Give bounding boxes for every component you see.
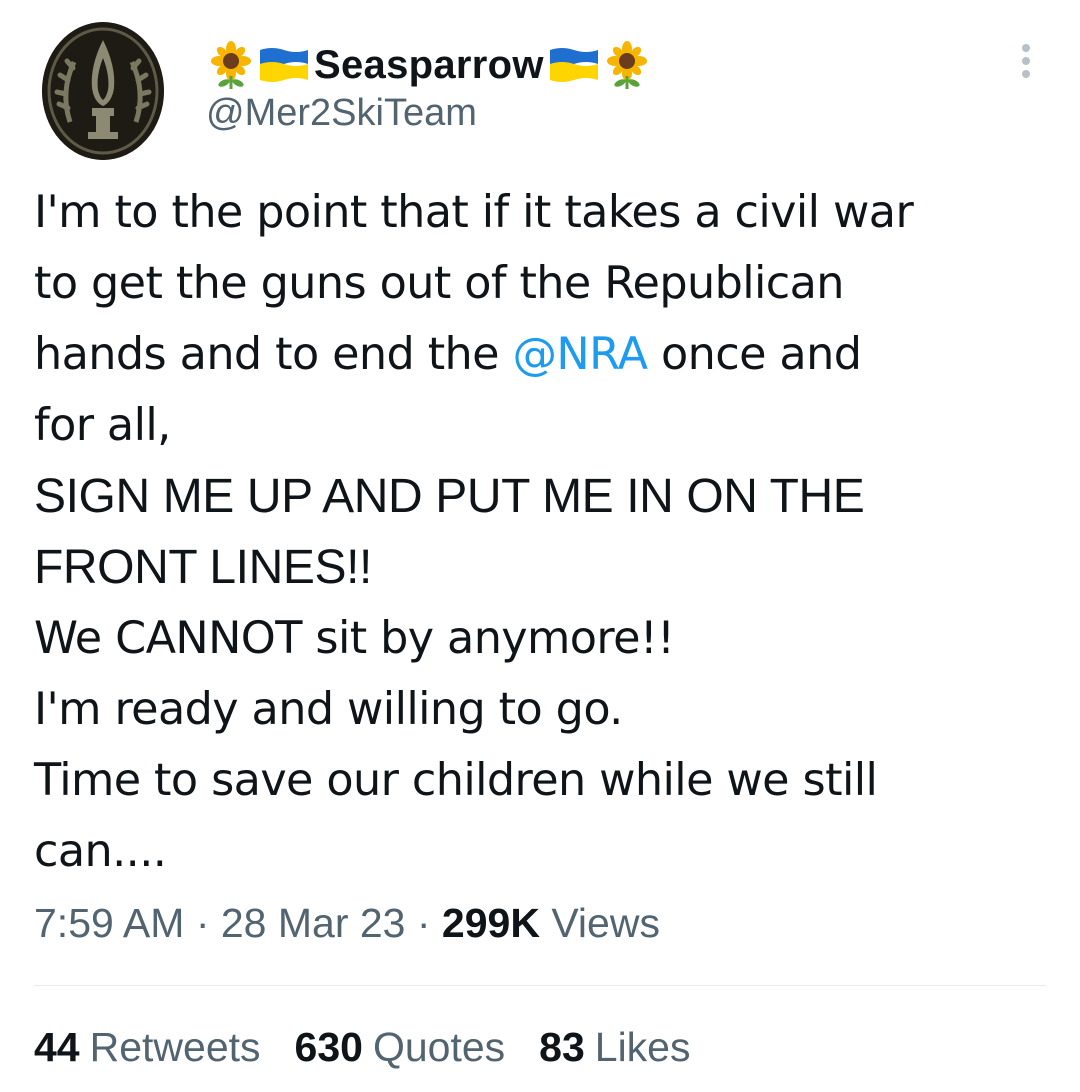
likes-label: Likes <box>594 1024 691 1070</box>
sunflower-icon <box>206 40 256 90</box>
retweets-stat[interactable]: 44 Retweets <box>34 1024 261 1071</box>
more-options-icon[interactable] <box>1006 36 1046 86</box>
sunflower-icon <box>602 40 652 90</box>
mention-link[interactable]: @NRA <box>513 329 649 380</box>
ukraine-flag-icon <box>258 44 310 86</box>
more-dot <box>1022 44 1030 52</box>
quotes-count: 630 <box>294 1024 363 1070</box>
quotes-label: Quotes <box>372 1024 506 1070</box>
author-display-name[interactable]: Seasparrow <box>206 40 652 90</box>
tweet-text-line: can.... <box>34 826 167 877</box>
meta-separator: · <box>405 900 442 946</box>
quotes-stat[interactable]: 630 Quotes <box>295 1024 506 1071</box>
retweets-count: 44 <box>34 1024 80 1070</box>
tweet-text-line: FRONT LINES!! <box>34 541 372 594</box>
military-insignia-icon <box>42 22 164 160</box>
tweet-text-segment: hands and to end the <box>34 329 513 380</box>
tweet-text-line: Time to save our children while we still <box>34 755 878 806</box>
tweet-text-line: to get the guns out of the Republican <box>34 258 845 309</box>
tweet-text-line: SIGN ME UP AND PUT ME IN ON THE <box>34 470 865 523</box>
tweet-text-line: I'm ready and willing to go. <box>34 684 623 735</box>
tweet-text-line: for all, <box>34 400 171 451</box>
tweet-date[interactable]: 28 Mar 23 <box>221 900 406 946</box>
tweet-text-segment: once and <box>647 329 862 380</box>
tweet-meta: 7:59 AM · 28 Mar 23 · 299K Views <box>34 900 660 947</box>
engagement-stats: 44 Retweets 630 Quotes 83 Likes <box>34 1024 690 1071</box>
tweet-text: I'm to the point that if it takes a civi… <box>34 177 1044 887</box>
avatar[interactable] <box>42 22 164 160</box>
tweet-text-line: We CANNOT sit by anymore!! <box>34 613 675 664</box>
divider <box>34 985 1046 986</box>
tweet-card: Seasparrow @Mer2SkiTeam I'm to the point… <box>0 0 1080 1092</box>
likes-stat[interactable]: 83 Likes <box>539 1024 690 1071</box>
tweet-text-line: I'm to the point that if it takes a civi… <box>34 187 914 238</box>
tweet-text-line: hands and to end the @NRA once and <box>34 319 1044 390</box>
ukraine-flag-icon <box>548 44 600 86</box>
tweet-time[interactable]: 7:59 AM <box>34 900 184 946</box>
more-dot <box>1022 57 1030 65</box>
views-count: 299K <box>441 900 540 946</box>
display-name-text: Seasparrow <box>314 42 544 87</box>
views-label: Views <box>539 900 660 946</box>
retweets-label: Retweets <box>89 1024 261 1070</box>
likes-count: 83 <box>539 1024 585 1070</box>
meta-separator: · <box>184 900 221 946</box>
author-handle[interactable]: @Mer2SkiTeam <box>206 92 477 135</box>
more-dot <box>1022 70 1030 78</box>
